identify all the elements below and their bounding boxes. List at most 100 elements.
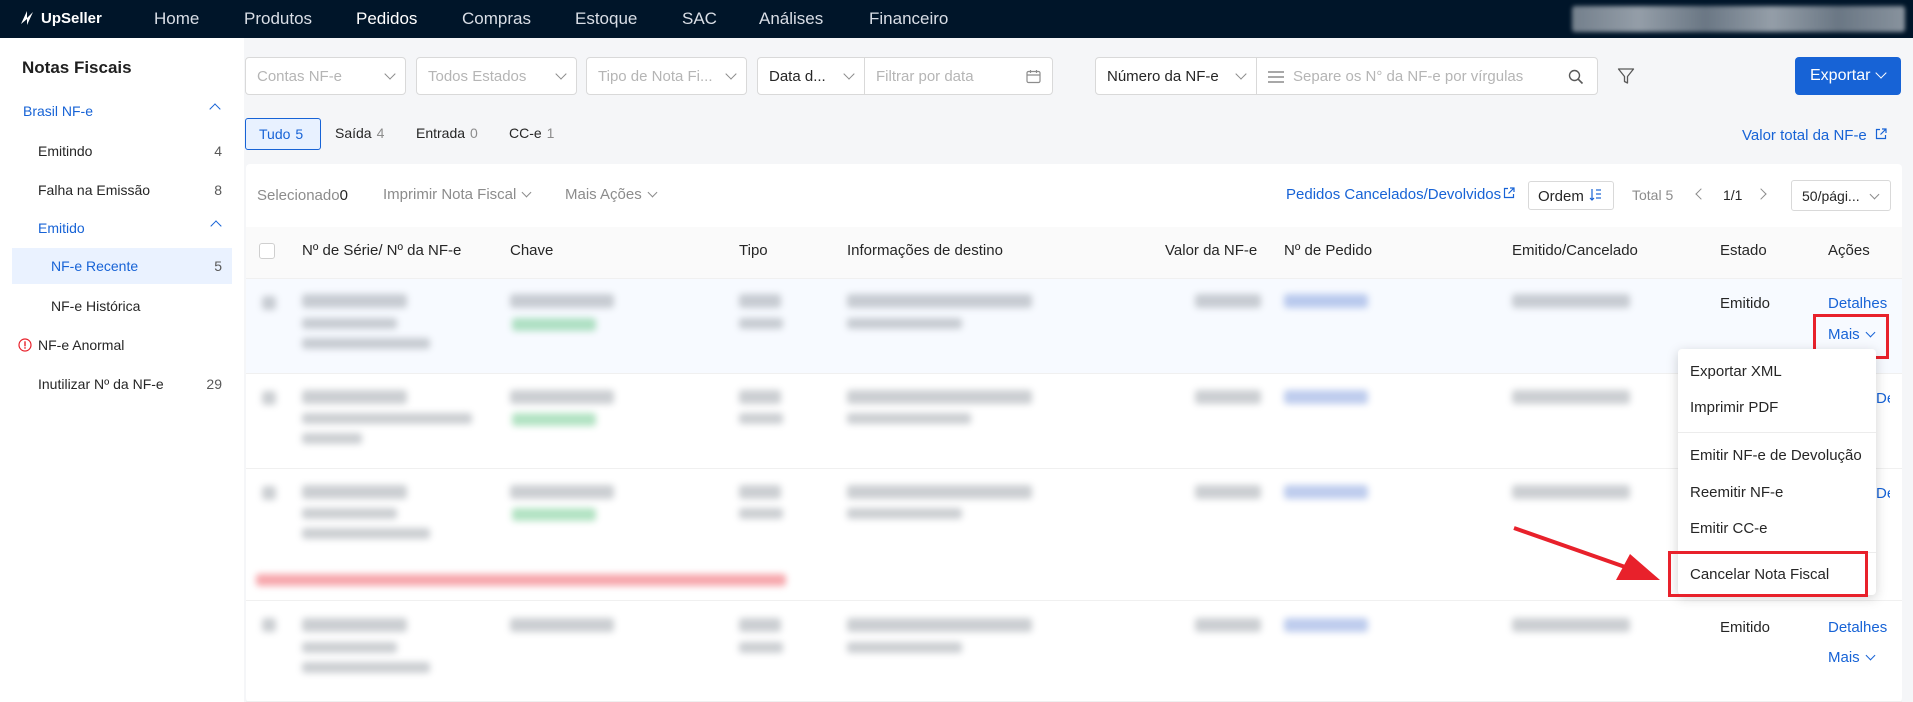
menu-item-reemitir-nfe[interactable]: Reemitir NF-e	[1690, 484, 1783, 501]
tab-tudo[interactable]: Tudo 5	[245, 118, 321, 150]
sidebar-item-brasil-nfe[interactable]: Brasil NF-e	[11, 93, 231, 129]
warning-circle-icon	[18, 338, 32, 352]
nav-compras[interactable]: Compras	[462, 9, 531, 29]
imprimir-nota-fiscal-dropdown[interactable]: Imprimir Nota Fiscal	[383, 186, 532, 203]
nav-sac[interactable]: SAC	[682, 9, 717, 29]
upseller-logo-icon	[21, 11, 33, 25]
calendar-icon	[1026, 70, 1041, 84]
table-header	[246, 227, 1902, 279]
detalhes-link[interactable]: Detalhes	[1876, 390, 1890, 407]
external-link-icon	[1504, 187, 1515, 199]
pedidos-cancelados-link[interactable]: Pedidos Cancelados/Devolvidos	[1286, 186, 1515, 203]
sidebar-item-label: Falha na Emissão	[38, 182, 151, 198]
sidebar-item-nfe-anormal[interactable]: NF-e Anormal	[12, 327, 232, 363]
detalhes-link[interactable]: Detalhes	[1828, 295, 1887, 312]
estados-select[interactable]: Todos Estados	[416, 57, 577, 95]
sidebar-item-label: NF-e Recente	[51, 258, 139, 274]
user-account-area[interactable]	[1572, 6, 1905, 32]
tab-entrada[interactable]: Entrada 0	[416, 125, 478, 141]
sidebar-item-label: Inutilizar Nº da NF-e	[38, 376, 164, 392]
page-indicator: 1/1	[1723, 187, 1743, 203]
column-header-emitido: Emitido/Cancelado	[1512, 242, 1638, 259]
filter-icon[interactable]	[1617, 67, 1635, 85]
chevron-down-icon	[843, 68, 855, 80]
menu-item-exportar-xml[interactable]: Exportar XML	[1690, 363, 1782, 380]
menu-item-imprimir-pdf[interactable]: Imprimir PDF	[1690, 399, 1778, 416]
column-header-pedido: Nº de Pedido	[1284, 242, 1373, 259]
estado-value: Emitido	[1720, 619, 1771, 636]
app-name: UpSeller	[41, 9, 102, 27]
list-icon	[1268, 71, 1284, 83]
menu-item-emitir-cce[interactable]: Emitir CC-e	[1690, 520, 1768, 537]
data-type-select[interactable]: Data d...	[757, 57, 865, 95]
sidebar-item-label: Emitido	[38, 220, 85, 236]
nav-financeiro[interactable]: Financeiro	[869, 9, 948, 29]
table-row[interactable]	[246, 374, 1902, 469]
numero-search-input[interactable]: Separe os N° da NF-e por vírgulas	[1256, 57, 1598, 95]
chevron-down-icon	[1235, 68, 1247, 80]
menu-divider	[1678, 432, 1876, 433]
sidebar-item-inutilizar[interactable]: Inutilizar Nº da NF-e 29	[12, 366, 232, 402]
menu-item-emitir-devolucao[interactable]: Emitir NF-e de Devolução	[1690, 447, 1862, 464]
table-row[interactable]	[246, 279, 1902, 374]
external-link-icon	[1875, 128, 1887, 140]
sidebar-item-count: 5	[214, 258, 222, 274]
contas-nfe-select[interactable]: Contas NF-e	[245, 57, 406, 95]
chevron-down-icon	[725, 68, 737, 80]
nav-pedidos[interactable]: Pedidos	[356, 9, 417, 29]
chevron-up-icon	[209, 103, 221, 115]
column-header-destino: Informações de destino	[847, 242, 1003, 259]
chevron-down-icon	[1865, 650, 1876, 661]
valor-total-link[interactable]: Valor total da NF-e	[1742, 127, 1887, 144]
sidebar-title: Notas Fiscais	[22, 58, 132, 77]
page-size-select[interactable]: 50/pági...	[1791, 180, 1891, 211]
table-row[interactable]	[246, 601, 1902, 702]
sidebar-item-emitindo[interactable]: Emitindo 4	[12, 133, 232, 169]
tab-cce[interactable]: CC-e 1	[509, 125, 554, 141]
mais-acoes-dropdown[interactable]: Mais Ações	[565, 186, 658, 203]
error-message	[256, 574, 786, 586]
chevron-down-icon	[384, 68, 396, 80]
column-header-tipo: Tipo	[739, 242, 768, 259]
mais-dropdown-trigger[interactable]: Mais	[1828, 649, 1876, 666]
detalhes-link[interactable]: Detalhes	[1828, 619, 1887, 636]
annotation-arrow-icon	[1513, 526, 1660, 580]
date-filter-input[interactable]: Filtrar por data	[864, 57, 1053, 95]
selecionado-label: Selecionado0	[257, 187, 348, 204]
column-header-serie: Nº de Série/ Nº da NF-e	[302, 242, 462, 259]
numero-type-select[interactable]: Número da NF-e	[1095, 57, 1257, 95]
total-count: Total 5	[1632, 187, 1674, 203]
sidebar-item-emitido[interactable]: Emitido	[12, 210, 232, 246]
sidebar-item-count: 8	[214, 182, 222, 198]
nav-estoque[interactable]: Estoque	[575, 9, 637, 29]
detalhes-link[interactable]: Detalhes	[1876, 485, 1890, 502]
sidebar-item-nfe-recente[interactable]: NF-e Recente 5	[12, 248, 232, 284]
upseller-logo[interactable]: UpSeller	[18, 9, 102, 27]
sidebar-item-label: Emitindo	[38, 143, 93, 159]
sidebar-item-falha-emissao[interactable]: Falha na Emissão 8	[12, 172, 232, 208]
tipo-nota-select[interactable]: Tipo de Nota Fi...	[586, 57, 747, 95]
estado-value: Emitido	[1720, 295, 1771, 312]
sidebar-item-label: NF-e Anormal	[38, 337, 125, 353]
tab-saida[interactable]: Saída 4	[335, 125, 384, 141]
sidebar-item-nfe-historica[interactable]: NF-e Histórica	[12, 288, 232, 324]
export-button[interactable]: Exportar	[1795, 57, 1901, 95]
chevron-down-icon	[647, 187, 658, 198]
nav-home[interactable]: Home	[154, 9, 199, 29]
chevron-up-icon	[210, 220, 222, 232]
sort-icon	[1589, 189, 1601, 201]
highlight-box-cancelar	[1668, 551, 1868, 597]
sidebar-item-label: Brasil NF-e	[23, 103, 94, 119]
select-all-checkbox[interactable]	[259, 243, 275, 259]
ordem-button[interactable]: Ordem	[1528, 181, 1614, 210]
column-header-acoes: Ações	[1828, 242, 1870, 259]
column-header-chave: Chave	[510, 242, 554, 259]
chevron-down-icon	[1875, 67, 1887, 79]
search-icon[interactable]	[1568, 69, 1584, 85]
nav-analises[interactable]: Análises	[759, 9, 823, 29]
chevron-down-icon	[521, 187, 532, 198]
chevron-down-icon	[1869, 189, 1880, 200]
nav-produtos[interactable]: Produtos	[244, 9, 312, 29]
sidebar-item-count: 4	[214, 143, 222, 159]
column-header-estado: Estado	[1720, 242, 1767, 259]
